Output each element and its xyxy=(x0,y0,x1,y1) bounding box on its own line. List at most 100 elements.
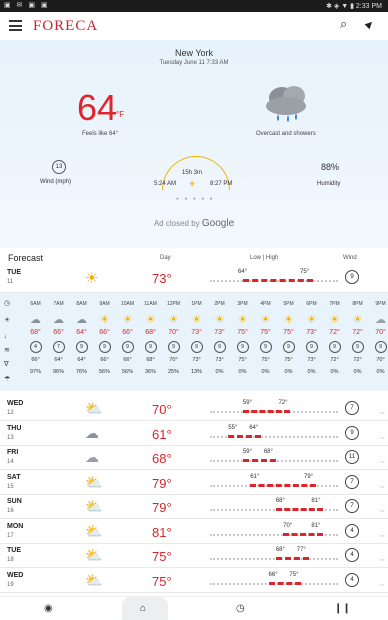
lowhigh-column-header: Low | High xyxy=(250,255,279,261)
hour-wind-dial: 9 xyxy=(213,341,226,353)
day-row[interactable]: THU 13 ☁ 61° 55° 64° 9 ⌵ xyxy=(0,422,388,446)
hour-temperature: 66° xyxy=(53,329,64,336)
hour-wind-dial: 9 xyxy=(305,341,318,353)
day-row[interactable]: FRI 14 ☁ 68° 59° 68° 11 ⌵ xyxy=(0,446,388,470)
hour-time: 4PM xyxy=(260,301,271,307)
high-temp: 75° xyxy=(289,571,299,578)
chevron-down-icon[interactable]: ⌵ xyxy=(380,410,385,417)
chart-icon[interactable]: ❙❙ xyxy=(334,603,351,614)
current-datetime: Tuesday June 11 7:33 AM xyxy=(159,60,229,66)
hour-precip-chance: 0% xyxy=(215,369,224,375)
wind-dial: 9 xyxy=(345,270,359,284)
hour-column: 1PM ☀ 73° 9 73° 13% xyxy=(185,293,208,375)
humidity-label: Humidity xyxy=(317,181,341,187)
hour-dewpoint: 68° xyxy=(146,357,155,363)
forecast-title: Forecast xyxy=(8,253,44,263)
day-row[interactable]: TUE 18 ⛅ 75° 68° 77° 4 ⌵ xyxy=(0,544,388,568)
hour-dewpoint: 66° xyxy=(100,357,109,363)
city-name: New York xyxy=(174,48,214,58)
day-name: TUE xyxy=(7,269,21,276)
home-icon[interactable]: ⌂ xyxy=(140,603,146,614)
day-row[interactable]: SUN 16 ⛅ 79° 68° 81° 7 ⌵ xyxy=(0,495,388,519)
day-name: MON xyxy=(7,522,24,530)
hour-dewpoint: 75° xyxy=(238,357,247,363)
search-icon[interactable]: ⌕ xyxy=(340,16,347,32)
day-name: FRI xyxy=(7,449,19,456)
day-name: SUN xyxy=(7,498,22,505)
sun-icon: ☀ xyxy=(237,314,248,326)
hour-column: 2PM ☀ 73° 9 73° 0% xyxy=(208,293,231,375)
hour-dewpoint: 70° xyxy=(376,357,385,363)
today-row[interactable]: TUE 11 ☀ 73° 64° 75° 9 xyxy=(0,266,388,293)
wind-dial: 4 xyxy=(345,572,359,587)
location-pin-icon[interactable]: ◉ xyxy=(44,603,53,614)
day-date: 14 xyxy=(7,459,14,465)
day-temperature: 73° xyxy=(152,271,172,286)
sun-icon: ☀ xyxy=(283,314,294,326)
low-temp: 59° xyxy=(242,400,252,406)
chevron-down-icon[interactable]: ⌵ xyxy=(380,533,385,540)
hour-temperature: 66° xyxy=(99,329,110,336)
hour-column: 8PM ☀ 72° 9 72° 0% xyxy=(346,293,369,375)
sunrise-time: 5:24 AM xyxy=(154,181,177,187)
hour-wind-dial: 9 xyxy=(121,341,134,353)
hour-column: 6AM ☁ 68° 4 66° 97% xyxy=(24,293,47,375)
day-temperature: 79° xyxy=(152,475,172,491)
hourly-forecast[interactable]: ◷ ☀ ♩ ≋ ∇ ☂ 6AM ☁ 68° 4 66° 97% 7AM ☁ 66°… xyxy=(0,293,388,391)
hour-dewpoint: 64° xyxy=(54,357,63,363)
hour-time: 7AM xyxy=(53,301,64,307)
humidity-value: 88% xyxy=(321,162,340,172)
day-row[interactable]: WED 19 ⛅ 75° 66° 75° 4 ⌵ xyxy=(0,569,388,593)
page-indicator[interactable]: ● ● ● ● ● xyxy=(176,196,215,202)
hour-precip-chance: 97% xyxy=(29,369,41,375)
sun-icon: ☀ xyxy=(260,314,271,326)
clock-icon[interactable]: ◷ xyxy=(236,603,245,614)
day-row[interactable]: WED 12 ⛅ 70° 59° 72° 7 ⌵ xyxy=(0,397,388,421)
temp-range-bar xyxy=(275,508,324,511)
chevron-down-icon[interactable]: ⌵ xyxy=(380,459,385,466)
chevron-down-icon[interactable]: ⌵ xyxy=(380,435,385,442)
sun-icon: ☀ xyxy=(191,314,202,326)
chevron-down-icon[interactable]: ⌵ xyxy=(380,508,385,515)
sun-icon: ☀ xyxy=(352,314,363,326)
hour-temperature: 73° xyxy=(306,329,317,336)
sun-icon: ☀ xyxy=(168,314,179,326)
partly-cloudy-rain-icon: ⛅ xyxy=(85,522,103,539)
sun-icon: ☀ xyxy=(329,314,340,326)
status-icons-right: ✱ ◈ ▼ ▮ 2:33 PM xyxy=(326,3,382,10)
hour-column: 4PM ☀ 75° 9 75° 0% xyxy=(254,293,277,375)
chevron-down-icon[interactable]: ⌵ xyxy=(380,484,385,491)
hour-column: 8AM ☁ 64° 9 64° 76% xyxy=(70,293,93,375)
ad-banner[interactable]: Ad closed by Google xyxy=(25,210,363,238)
sun-icon: ☀ xyxy=(85,270,99,287)
hour-column: 6PM ☀ 73° 9 73° 0% xyxy=(300,293,323,375)
chevron-down-icon[interactable]: ⌵ xyxy=(380,582,385,589)
sun-icon: ☀ xyxy=(99,314,110,326)
hour-temperature: 68° xyxy=(30,329,41,336)
overcast-showers-icon xyxy=(266,86,306,122)
temp-range-track xyxy=(210,558,338,561)
chevron-down-icon[interactable]: ⌵ xyxy=(380,557,385,564)
day-temperature: 70° xyxy=(152,402,172,417)
high-temp: 81° xyxy=(311,498,321,504)
hour-column: 9AM ☀ 66° 9 66° 56% xyxy=(93,293,116,375)
sun-icon: ☀ xyxy=(122,314,133,326)
hour-time: 1PM xyxy=(191,301,202,307)
day-temperature: 61° xyxy=(152,426,172,442)
hour-wind-dial: 9 xyxy=(144,341,157,353)
high-temp: 68° xyxy=(263,449,273,455)
day-row[interactable]: SAT 15 ⛅ 79° 61° 79° 7 ⌵ xyxy=(0,471,388,495)
menu-icon[interactable] xyxy=(9,20,22,31)
day-temperature: 81° xyxy=(152,524,172,540)
hour-precip-chance: 0% xyxy=(261,369,270,375)
hour-column: 9PM ☁ 70° 9 70° 0% xyxy=(369,293,388,375)
hour-wind-dial: 9 xyxy=(190,341,203,353)
day-row[interactable]: MON 17 ⛅ 81° 70° 81° 4 ⌵ xyxy=(0,520,388,544)
hour-wind-dial: 9 xyxy=(282,341,295,353)
hour-precip-chance: 36% xyxy=(144,369,156,375)
sun-icon: ☀ xyxy=(306,314,317,326)
hour-precip-chance: 0% xyxy=(330,369,339,375)
location-arrow-icon[interactable]: ▲ xyxy=(361,15,379,33)
cloud-rain-icon: ☁ xyxy=(53,314,64,326)
hour-time: 7PM xyxy=(329,301,340,307)
